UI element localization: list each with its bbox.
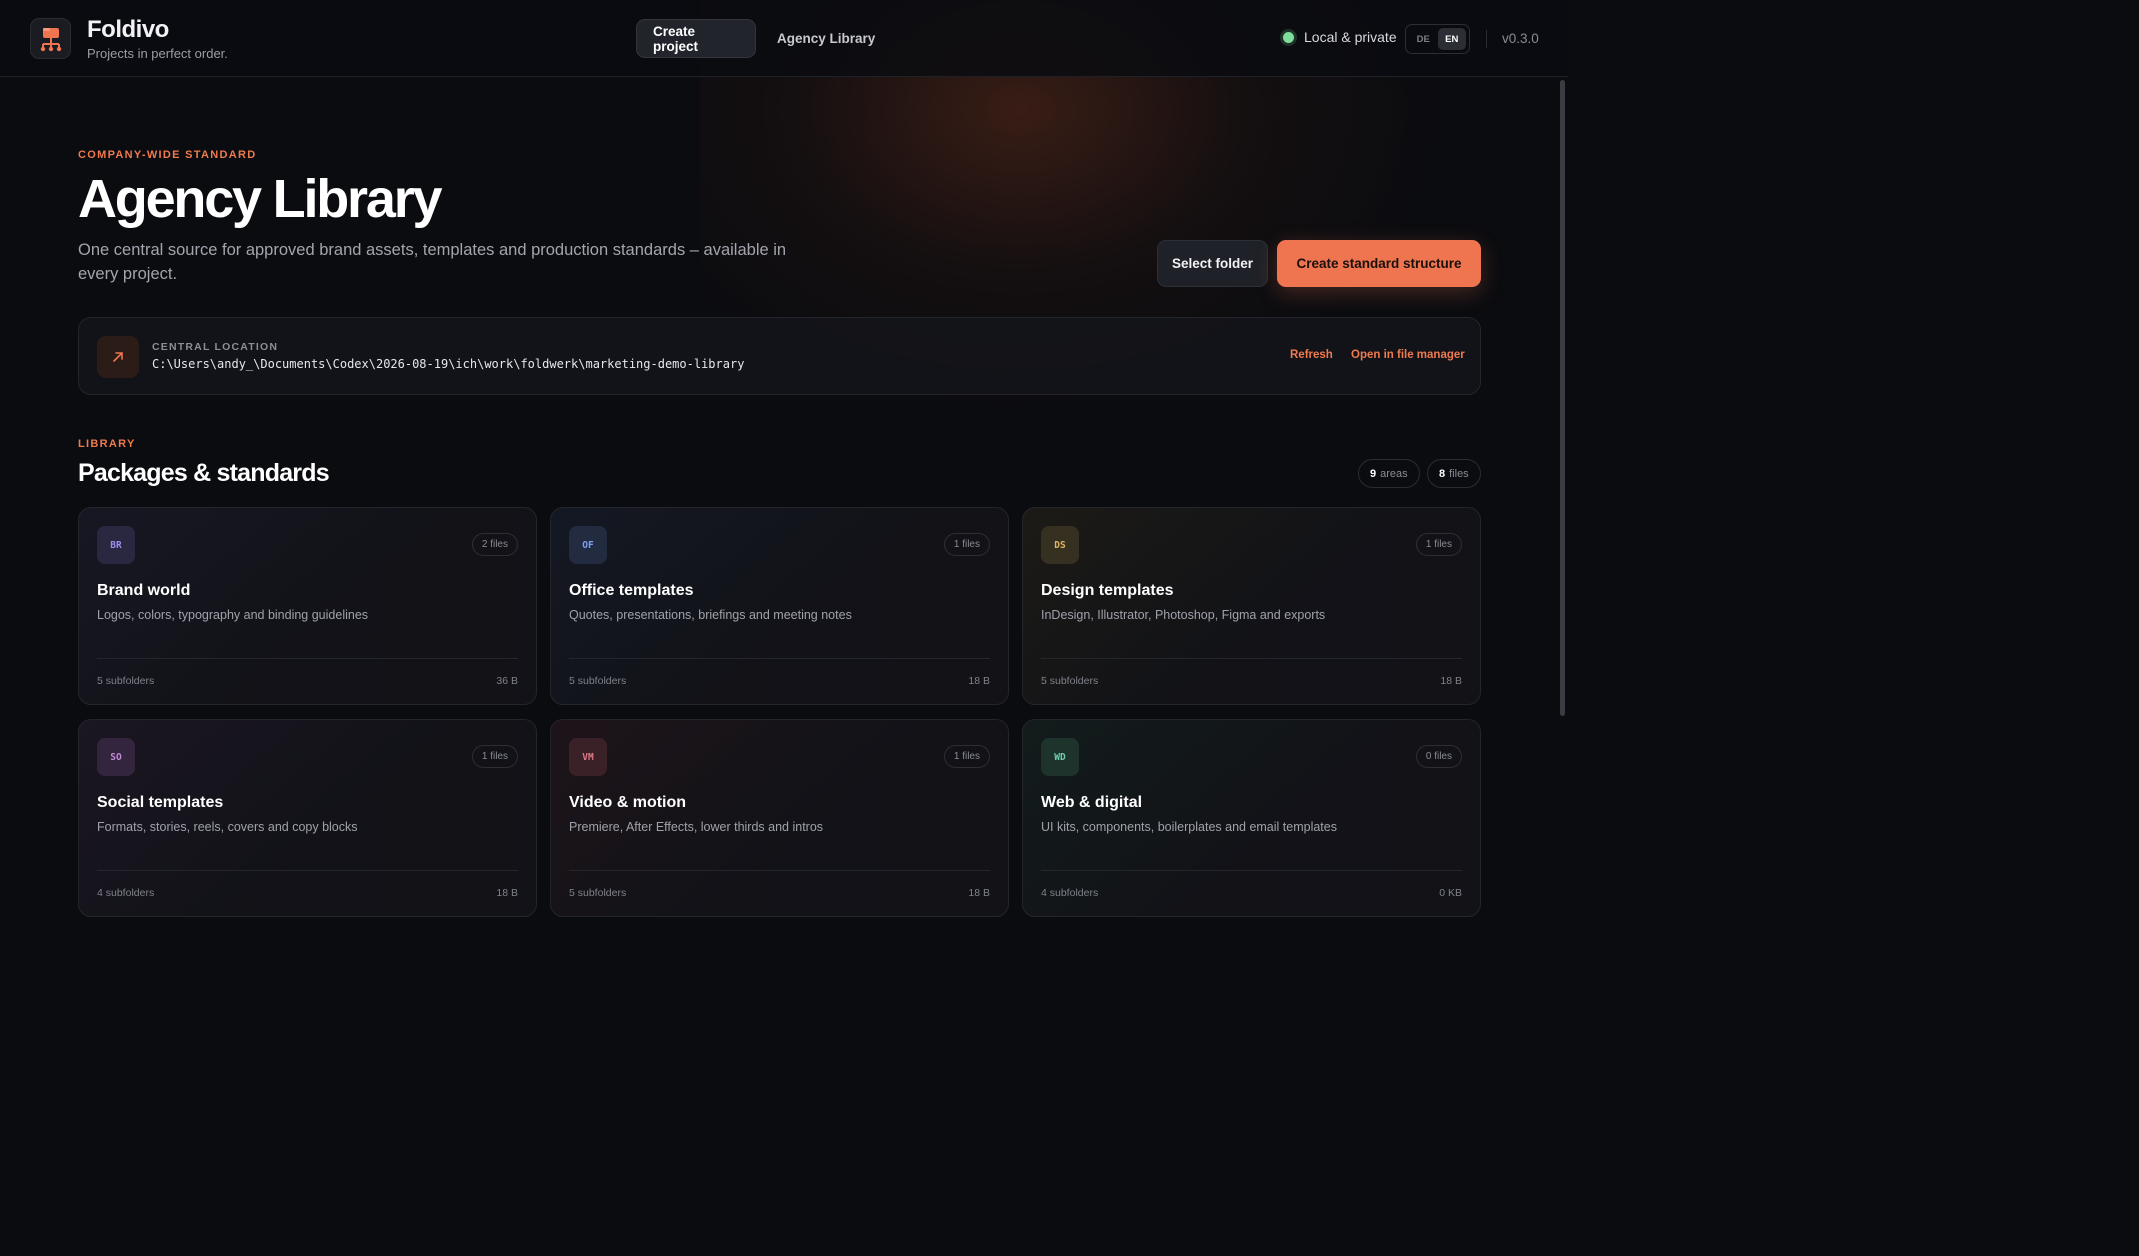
- app-name: Foldivo: [87, 16, 169, 43]
- package-card-brand-world[interactable]: BR 2 files Brand world Logos, colors, ty…: [78, 507, 537, 705]
- package-title: Brand world: [97, 582, 191, 599]
- package-description: Formats, stories, reels, covers and copy…: [97, 820, 358, 834]
- library-eyebrow: LIBRARY: [78, 438, 136, 450]
- package-subfolders: 5 subfolders: [569, 887, 627, 899]
- files-count-badge: 8 files: [1427, 459, 1481, 488]
- package-card-video-motion[interactable]: VM 1 files Video & motion Premiere, Afte…: [550, 719, 1009, 917]
- package-code-badge: OF: [569, 526, 607, 564]
- package-title: Office templates: [569, 582, 694, 599]
- package-size: 18 B: [968, 887, 990, 899]
- location-badge: [97, 336, 139, 378]
- package-title: Design templates: [1041, 582, 1174, 599]
- hero-eyebrow: COMPANY-WIDE STANDARD: [78, 149, 257, 161]
- package-description: Quotes, presentations, briefings and mee…: [569, 608, 852, 622]
- package-file-count: 1 files: [1415, 533, 1462, 556]
- package-card-design-templates[interactable]: DS 1 files Design templates InDesign, Il…: [1022, 507, 1481, 705]
- header-divider: [1486, 30, 1487, 48]
- card-divider: [97, 870, 518, 871]
- page-subtitle: One central source for approved brand as…: [78, 241, 787, 283]
- package-description: Logos, colors, typography and binding gu…: [97, 608, 369, 622]
- central-location-card: CENTRAL LOCATION C:\Users\andy_\Document…: [78, 317, 1481, 395]
- areas-label: areas: [1380, 467, 1408, 480]
- package-size: 18 B: [496, 887, 518, 899]
- package-file-count: 1 files: [943, 533, 990, 556]
- package-code-badge: VM: [569, 738, 607, 776]
- package-subfolders: 5 subfolders: [569, 675, 627, 687]
- package-subfolders: 4 subfolders: [97, 887, 155, 899]
- package-title: Video & motion: [569, 794, 687, 811]
- package-code-badge: WD: [1041, 738, 1079, 776]
- areas-count-badge: 9 areas: [1358, 459, 1420, 488]
- card-divider: [569, 658, 990, 659]
- card-divider: [1041, 870, 1462, 871]
- location-label: CENTRAL LOCATION: [152, 341, 279, 353]
- files-label: files: [1449, 467, 1469, 480]
- select-folder-button[interactable]: Select folder: [1157, 240, 1268, 287]
- page-scrollbar[interactable]: [1560, 80, 1565, 716]
- files-count: 8: [1439, 467, 1446, 480]
- lang-en[interactable]: EN: [1437, 28, 1466, 50]
- card-divider: [97, 658, 518, 659]
- status-dot-icon: [1283, 31, 1294, 43]
- areas-count: 9: [1370, 467, 1377, 480]
- package-size: 18 B: [1440, 675, 1462, 687]
- package-code-badge: BR: [97, 526, 135, 564]
- package-file-count: 0 files: [1415, 745, 1462, 768]
- refresh-link[interactable]: Refresh: [1290, 349, 1333, 361]
- org-chart-icon: [40, 27, 61, 51]
- package-description: InDesign, Illustrator, Photoshop, Figma …: [1041, 608, 1326, 622]
- package-code-badge: DS: [1041, 526, 1079, 564]
- package-size: 36 B: [496, 675, 518, 687]
- package-subfolders: 5 subfolders: [97, 675, 155, 687]
- package-card-web-digital[interactable]: WD 0 files Web & digital UI kits, compon…: [1022, 719, 1481, 917]
- package-subfolders: 4 subfolders: [1041, 887, 1099, 899]
- nav-agency-library[interactable]: Agency Library: [761, 19, 891, 58]
- package-card-social-templates[interactable]: SO 1 files Social templates Formats, sto…: [78, 719, 537, 917]
- app-version: v0.3.0: [1502, 31, 1539, 46]
- package-description: UI kits, components, boilerplates and em…: [1041, 820, 1337, 834]
- package-subfolders: 5 subfolders: [1041, 675, 1099, 687]
- location-path: C:\Users\andy_\Documents\Codex\2026-08-1…: [152, 357, 745, 371]
- package-code-badge: SO: [97, 738, 135, 776]
- package-size: 0 KB: [1439, 887, 1462, 899]
- nav-create-project[interactable]: Create project: [636, 19, 756, 58]
- app-tagline: Projects in perfect order.: [87, 46, 228, 61]
- package-title: Social templates: [97, 794, 224, 811]
- package-file-count: 1 files: [471, 745, 518, 768]
- package-file-count: 1 files: [943, 745, 990, 768]
- status-label: Local & private: [1304, 29, 1397, 45]
- package-grid: BR 2 files Brand world Logos, colors, ty…: [78, 507, 1481, 917]
- privacy-status: Local & private: [1283, 29, 1397, 45]
- page-title: Agency Library: [78, 169, 443, 229]
- package-size: 18 B: [968, 675, 990, 687]
- language-switch: DE EN: [1405, 24, 1470, 54]
- lang-de[interactable]: DE: [1409, 28, 1438, 50]
- package-file-count: 2 files: [471, 533, 518, 556]
- card-divider: [1041, 658, 1462, 659]
- arrow-up-right-icon: [113, 352, 123, 362]
- package-card-office-templates[interactable]: OF 1 files Office templates Quotes, pres…: [550, 507, 1009, 705]
- top-bar: Foldivo Projects in perfect order. Creat…: [0, 0, 1568, 77]
- app-logo[interactable]: [30, 18, 71, 59]
- package-description: Premiere, After Effects, lower thirds an…: [569, 820, 824, 834]
- library-title: Packages & standards: [78, 459, 330, 487]
- package-title: Web & digital: [1041, 794, 1143, 811]
- create-standard-structure-button[interactable]: Create standard structure: [1277, 240, 1481, 287]
- open-file-manager-link[interactable]: Open in file manager: [1351, 349, 1465, 361]
- card-divider: [569, 870, 990, 871]
